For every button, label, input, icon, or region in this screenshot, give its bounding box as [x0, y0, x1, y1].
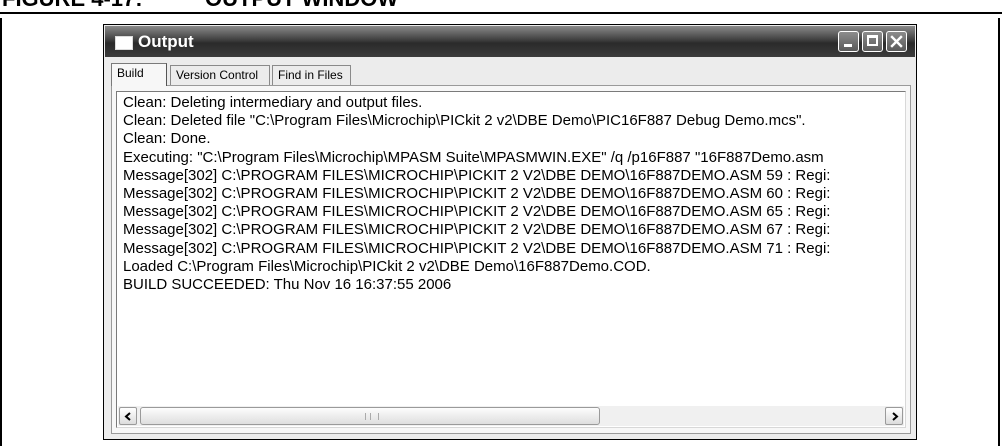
scroll-left-button[interactable]: [119, 407, 137, 425]
figure-caption: FIGURE 4-17: OUTPUT WINDOW: [0, 0, 1002, 10]
close-icon: [890, 35, 903, 48]
minimize-button[interactable]: [838, 31, 859, 52]
tab-version-control[interactable]: Version Control: [170, 65, 270, 85]
build-panel: Clean: Deleting intermediary and output …: [111, 85, 911, 434]
scroll-right-button[interactable]: [885, 407, 903, 425]
title-bar[interactable]: Output: [105, 26, 915, 57]
tab-build[interactable]: Build: [111, 63, 167, 86]
log-line: Clean: Done.: [123, 130, 211, 148]
log-line: Clean: Deleting intermediary and output …: [123, 94, 423, 111]
log-line: Clean: Deleted file "C:\Program Files\Mi…: [123, 112, 806, 130]
log-line: Message[302] C:\PROGRAM FILES\MICROCHIP\…: [123, 166, 831, 184]
log-line: Executing: "C:\Program Files\Microchip\M…: [123, 148, 824, 166]
figure-rule: [0, 12, 1002, 14]
window-app-icon: [115, 36, 133, 50]
build-output-textbox[interactable]: Clean: Deleting intermediary and output …: [116, 91, 906, 428]
log-line: Message[302] C:\PROGRAM FILES\MICROCHIP\…: [123, 203, 831, 221]
scrollbar-thumb[interactable]: [140, 407, 600, 425]
horizontal-scrollbar[interactable]: [118, 406, 904, 426]
log-line: Message[302] C:\PROGRAM FILES\MICROCHIP\…: [123, 221, 831, 239]
tab-find-in-files[interactable]: Find in Files: [272, 65, 351, 85]
log-line: Message[302] C:\PROGRAM FILES\MICROCHIP\…: [123, 185, 831, 203]
chevron-right-icon: [892, 412, 899, 421]
close-button[interactable]: [886, 31, 907, 52]
figure-number: FIGURE 4-17:: [2, 0, 143, 10]
chevron-left-icon: [124, 412, 131, 421]
log-line: BUILD SUCCEEDED: Thu Nov 16 16:37:55 200…: [123, 276, 452, 294]
maximize-button[interactable]: [862, 31, 883, 52]
log-line: Message[302] C:\PROGRAM FILES\MICROCHIP\…: [123, 239, 831, 257]
build-log: Clean: Deleting intermediary and output …: [123, 94, 903, 394]
log-line: Loaded C:\Program Files\Microchip\PICkit…: [123, 257, 651, 275]
tab-strip: Build Version Control Find in Files: [111, 63, 911, 86]
window-title: Output: [138, 32, 194, 51]
output-window: Output Build Version Control Find in Fil…: [103, 24, 917, 440]
figure-title: OUTPUT WINDOW: [205, 0, 398, 10]
scrollbar-grip: [365, 413, 379, 420]
